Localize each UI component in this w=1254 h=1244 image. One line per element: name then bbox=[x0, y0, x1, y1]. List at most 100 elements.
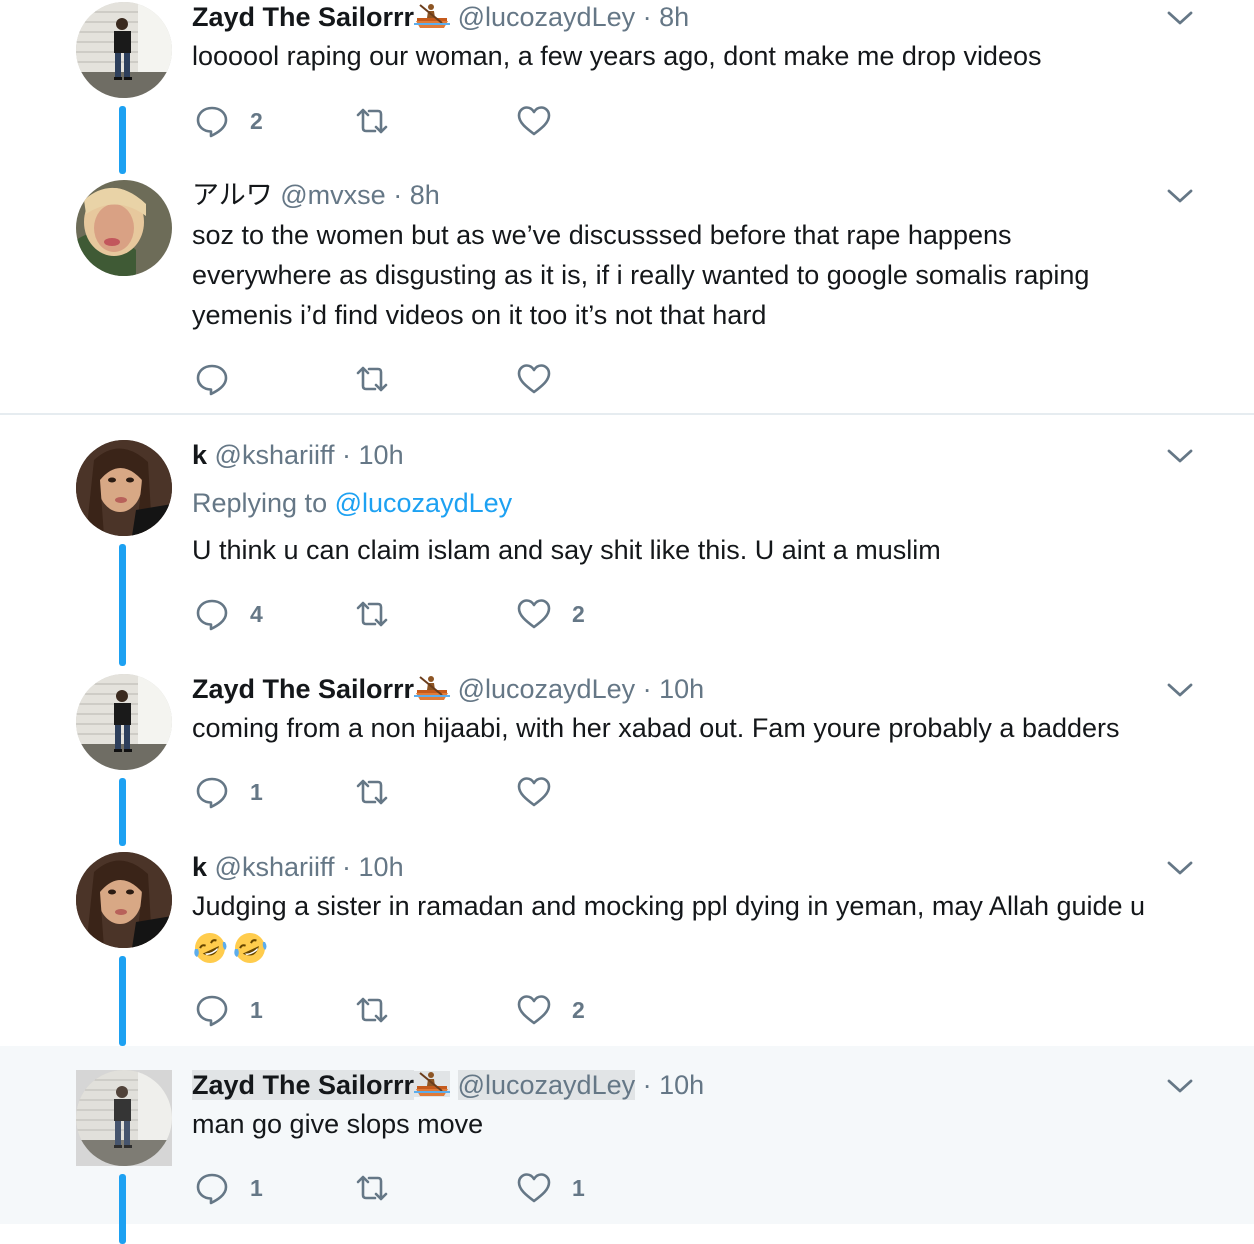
heart-icon bbox=[516, 1170, 552, 1206]
avatar[interactable] bbox=[76, 852, 172, 948]
reply-button[interactable]: 2 bbox=[194, 103, 263, 139]
tweet-header: アルワ @mvxse · 8h bbox=[192, 178, 440, 212]
tweet-header: Zayd The Sailorrr @lucozaydLey · 10h bbox=[192, 672, 704, 706]
chevron-down-icon[interactable] bbox=[1166, 446, 1194, 466]
retweet-button[interactable] bbox=[354, 992, 390, 1028]
tweet-text-line: yemenis i’d find videos on it too it’s n… bbox=[192, 300, 767, 330]
like-button[interactable]: 1 bbox=[516, 1170, 585, 1206]
reply-button[interactable]: 1 bbox=[194, 1170, 263, 1206]
rowboat-emoji-icon bbox=[414, 675, 450, 701]
conversation-divider bbox=[0, 413, 1254, 415]
emoji-line bbox=[192, 926, 1202, 966]
chevron-down-icon[interactable] bbox=[1166, 1076, 1194, 1096]
reply-count: 1 bbox=[250, 996, 263, 1023]
tweet-1[interactable]: Zayd The Sailorrr @lucozaydLey · 8h looo… bbox=[0, 0, 1254, 174]
rolling-on-floor-laughing-emoji-icon bbox=[232, 930, 268, 966]
handle[interactable]: @lucozaydLey bbox=[458, 674, 636, 704]
tweet-4[interactable]: Zayd The Sailorrr @lucozaydLey · 10h com… bbox=[0, 666, 1254, 846]
timestamp[interactable]: 8h bbox=[410, 180, 440, 210]
like-button[interactable]: 2 bbox=[516, 992, 585, 1028]
retweet-button[interactable] bbox=[354, 774, 390, 810]
handle[interactable]: @kshariiff bbox=[215, 852, 335, 882]
tweet-text: U think u can claim islam and say shit l… bbox=[192, 535, 941, 565]
display-name[interactable]: k bbox=[192, 440, 207, 470]
display-name[interactable]: Zayd The Sailorrr bbox=[192, 674, 414, 704]
reply-button[interactable]: 4 bbox=[194, 596, 263, 632]
chevron-down-icon[interactable] bbox=[1166, 680, 1194, 700]
thread-line bbox=[119, 544, 126, 666]
display-name[interactable]: k bbox=[192, 852, 207, 882]
like-button[interactable] bbox=[516, 361, 552, 397]
handle[interactable]: @kshariiff bbox=[215, 440, 335, 470]
tweet-header: k @kshariiff · 10h bbox=[192, 438, 404, 472]
avatar[interactable] bbox=[76, 1070, 172, 1166]
separator-dot: · bbox=[642, 1070, 652, 1100]
replying-to-label: Replying to bbox=[192, 488, 328, 518]
like-count: 2 bbox=[572, 600, 585, 627]
rowboat-emoji-icon bbox=[414, 1071, 451, 1097]
retweet-button[interactable] bbox=[354, 1170, 390, 1206]
timestamp[interactable]: 10h bbox=[659, 1070, 704, 1100]
tweet-actions: 1 1 bbox=[194, 1170, 794, 1206]
handle[interactable]: @lucozaydLey bbox=[457, 1070, 636, 1100]
timestamp[interactable]: 10h bbox=[359, 440, 404, 470]
retweet-button[interactable] bbox=[354, 596, 390, 632]
display-name[interactable]: アルワ bbox=[192, 180, 273, 210]
display-name[interactable]: Zayd The Sailorrr bbox=[192, 1070, 415, 1100]
replying-to: Replying to @lucozaydLey bbox=[192, 486, 512, 520]
avatar-image bbox=[76, 440, 172, 536]
rowboat-emoji-icon bbox=[414, 3, 450, 29]
retweet-icon bbox=[354, 596, 390, 632]
tweet-2[interactable]: アルワ @mvxse · 8h soz to the women but as … bbox=[0, 170, 1254, 414]
retweet-button[interactable] bbox=[354, 361, 390, 397]
tweet-actions: 1 bbox=[194, 774, 794, 810]
like-button[interactable] bbox=[516, 103, 552, 139]
tweet-text-line: everywhere as disgusting as it is, if i … bbox=[192, 260, 1090, 290]
display-name[interactable]: Zayd The Sailorrr bbox=[192, 2, 414, 32]
tweet-actions: 4 2 bbox=[194, 596, 794, 632]
avatar[interactable] bbox=[76, 440, 172, 536]
timestamp[interactable]: 10h bbox=[359, 852, 404, 882]
avatar-image bbox=[76, 2, 172, 98]
like-button[interactable]: 2 bbox=[516, 596, 585, 632]
retweet-icon bbox=[354, 992, 390, 1028]
timestamp[interactable]: 8h bbox=[659, 2, 689, 32]
separator-dot: · bbox=[342, 852, 352, 882]
reply-button[interactable]: 1 bbox=[194, 992, 263, 1028]
handle[interactable]: @mvxse bbox=[280, 180, 385, 210]
replying-to-handle[interactable]: @lucozaydLey bbox=[335, 488, 513, 518]
tweet-5[interactable]: k @kshariiff · 10h Judging a sister in r… bbox=[0, 846, 1254, 1046]
retweet-icon bbox=[354, 103, 390, 139]
chevron-down-icon[interactable] bbox=[1166, 8, 1194, 28]
heart-icon bbox=[516, 596, 552, 632]
tweet-header: Zayd The Sailorrr @lucozaydLey · 8h bbox=[192, 0, 689, 34]
tweet-6[interactable]: Zayd The Sailorrr @lucozaydLey · 10h man… bbox=[0, 1046, 1254, 1244]
reply-button[interactable]: 1 bbox=[194, 774, 263, 810]
avatar[interactable] bbox=[76, 2, 172, 98]
reply-button[interactable] bbox=[194, 361, 230, 397]
retweet-button[interactable] bbox=[354, 103, 390, 139]
chevron-down-icon[interactable] bbox=[1166, 186, 1194, 206]
heart-icon bbox=[516, 992, 552, 1028]
timestamp[interactable]: 10h bbox=[659, 674, 704, 704]
tweet-text: soz to the women but as we’ve discusssed… bbox=[192, 215, 1202, 335]
avatar[interactable] bbox=[76, 180, 172, 276]
handle[interactable]: @lucozaydLey bbox=[458, 2, 636, 32]
thread-line bbox=[119, 1174, 126, 1244]
tweet-text: Judging a sister in ramadan and mocking … bbox=[192, 886, 1202, 966]
tweet-3[interactable]: k @kshariiff · 10h Replying to @lucozayd… bbox=[0, 416, 1254, 666]
avatar-image bbox=[76, 852, 172, 948]
tweet-text: loooool raping our woman, a few years ag… bbox=[192, 41, 1042, 71]
avatar-image bbox=[76, 674, 172, 770]
avatar[interactable] bbox=[76, 674, 172, 770]
thread-line bbox=[119, 956, 126, 1046]
tweet-actions: 2 bbox=[194, 103, 794, 139]
retweet-icon bbox=[354, 774, 390, 810]
chevron-down-icon[interactable] bbox=[1166, 858, 1194, 878]
reply-icon bbox=[194, 1170, 230, 1206]
tweet-header: Zayd The Sailorrr @lucozaydLey · 10h bbox=[192, 1068, 704, 1102]
like-button[interactable] bbox=[516, 774, 552, 810]
thread-line bbox=[119, 106, 126, 174]
reply-icon bbox=[194, 361, 230, 397]
avatar-image bbox=[76, 180, 172, 276]
